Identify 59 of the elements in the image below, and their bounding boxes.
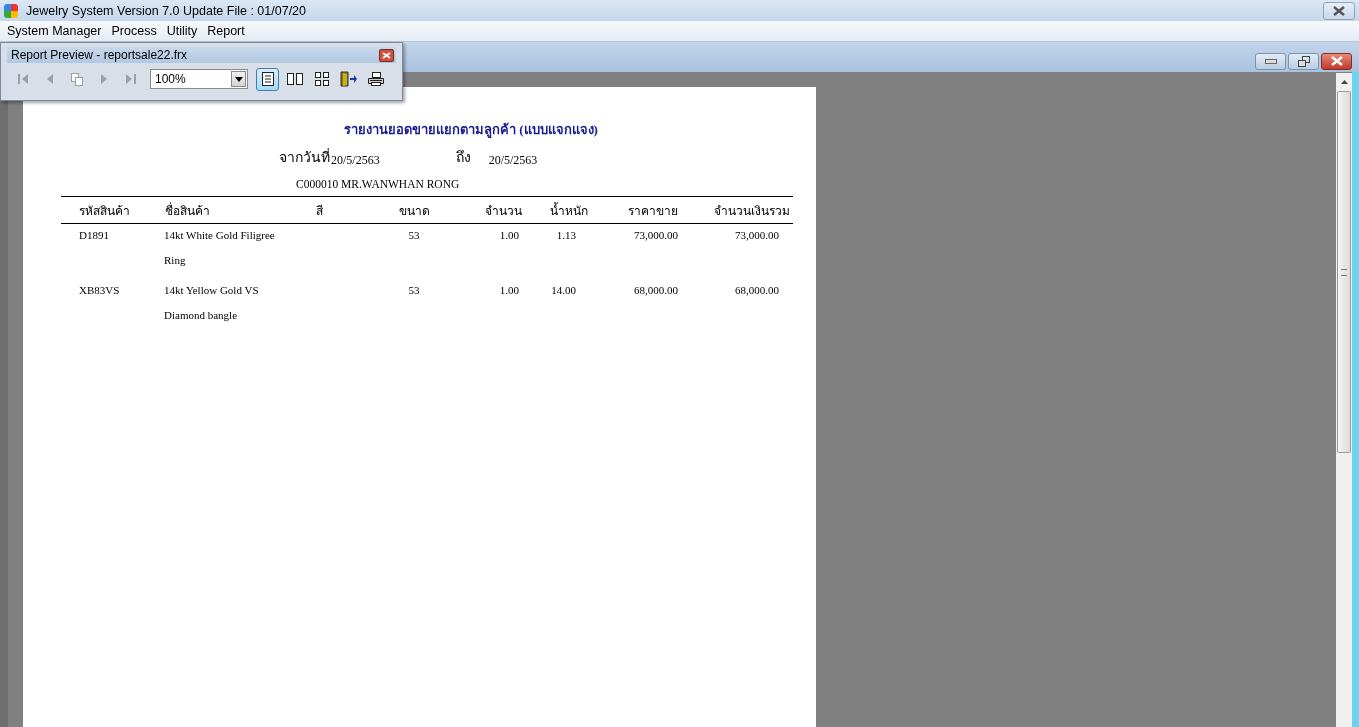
restore-icon [1297, 55, 1310, 67]
copy-pages-icon [69, 72, 84, 86]
column-header: ชื่อสินค้า [164, 201, 211, 220]
date-value: 20/5/2563 [488, 153, 538, 168]
menu-item[interactable]: Process [106, 24, 162, 39]
table-cell-text: 14kt White Gold Filigree [164, 229, 275, 243]
table-cell-text: 1.13 [555, 229, 577, 243]
table-cell-text: 1.00 [498, 284, 520, 298]
close-button[interactable] [379, 48, 394, 62]
zoom-dropdown[interactable]: 100% [150, 69, 248, 89]
column-header: ขนาด [397, 202, 431, 220]
column-header: น้ำหนัก [549, 201, 589, 220]
table-cell-text: 14kt Yellow Gold VS [164, 284, 259, 298]
vertical-scrollbar[interactable] [1336, 73, 1352, 727]
app-logo-icon [4, 3, 18, 18]
minimize-button[interactable] [1255, 52, 1286, 70]
door-arrow-icon [339, 71, 358, 87]
restore-button[interactable] [1288, 52, 1319, 70]
close-icon [1332, 5, 1346, 16]
date-label: จากวันที่ [279, 147, 330, 167]
close-icon [382, 51, 391, 59]
minimize-icon [1264, 58, 1277, 64]
scroll-up-arrow-icon[interactable] [1340, 80, 1348, 84]
table-cell-text: 73,000.00 [734, 229, 780, 243]
table-cell-text: 1.00 [498, 229, 520, 243]
table-cell-text: Ring [164, 254, 186, 268]
toolbar-title: Report Preview - reportsale22.frx [11, 48, 188, 62]
single-page-button[interactable] [256, 67, 279, 91]
date-label: ถึง [455, 149, 471, 167]
table-cell-text: 53 [407, 229, 421, 243]
menu-item[interactable]: Utility [161, 24, 203, 39]
column-header: รหัสสินค้า [78, 202, 131, 220]
date-value: 20/5/2563 [331, 153, 380, 168]
column-header: จำนวน [484, 202, 523, 220]
column-header: ราคาขาย [627, 202, 679, 220]
single-page-icon [260, 71, 275, 87]
table-cell-text: D1891 [78, 229, 110, 243]
close-button[interactable] [1323, 1, 1355, 20]
printer-icon [366, 71, 385, 87]
window-title: Jewelry System Version 7.0 Update File : 01/07/20 [26, 3, 306, 18]
close-icon [1329, 56, 1344, 66]
column-header: จำนวนเงินรวม [713, 202, 791, 220]
table-cell-text: 14.00 [550, 284, 577, 298]
table-cell-text: Diamond bangle [164, 309, 237, 323]
column-header: สี [315, 202, 324, 220]
table-cell-text: 68,000.00 [734, 284, 780, 298]
close-button[interactable] [1321, 52, 1352, 70]
customer-name: C000010 MR.WANWHAN RONG [296, 178, 460, 190]
two-pages-icon [286, 73, 303, 85]
four-pages-icon [314, 72, 329, 86]
report-title: รายงานยอดขายแยกตามลูกค้า (แบบแจกแจง) [344, 121, 598, 140]
menu-item[interactable]: System Manager [2, 24, 107, 39]
table-cell-text: 73,000.00 [633, 229, 679, 243]
last-page-icon [124, 73, 137, 85]
menu-item[interactable]: Report [202, 24, 250, 39]
table-cell-text: XB83VS [78, 284, 121, 298]
first-page-icon [16, 73, 29, 85]
table-cell-text: 53 [407, 284, 421, 298]
table-cell-text: 68,000.00 [633, 284, 679, 298]
